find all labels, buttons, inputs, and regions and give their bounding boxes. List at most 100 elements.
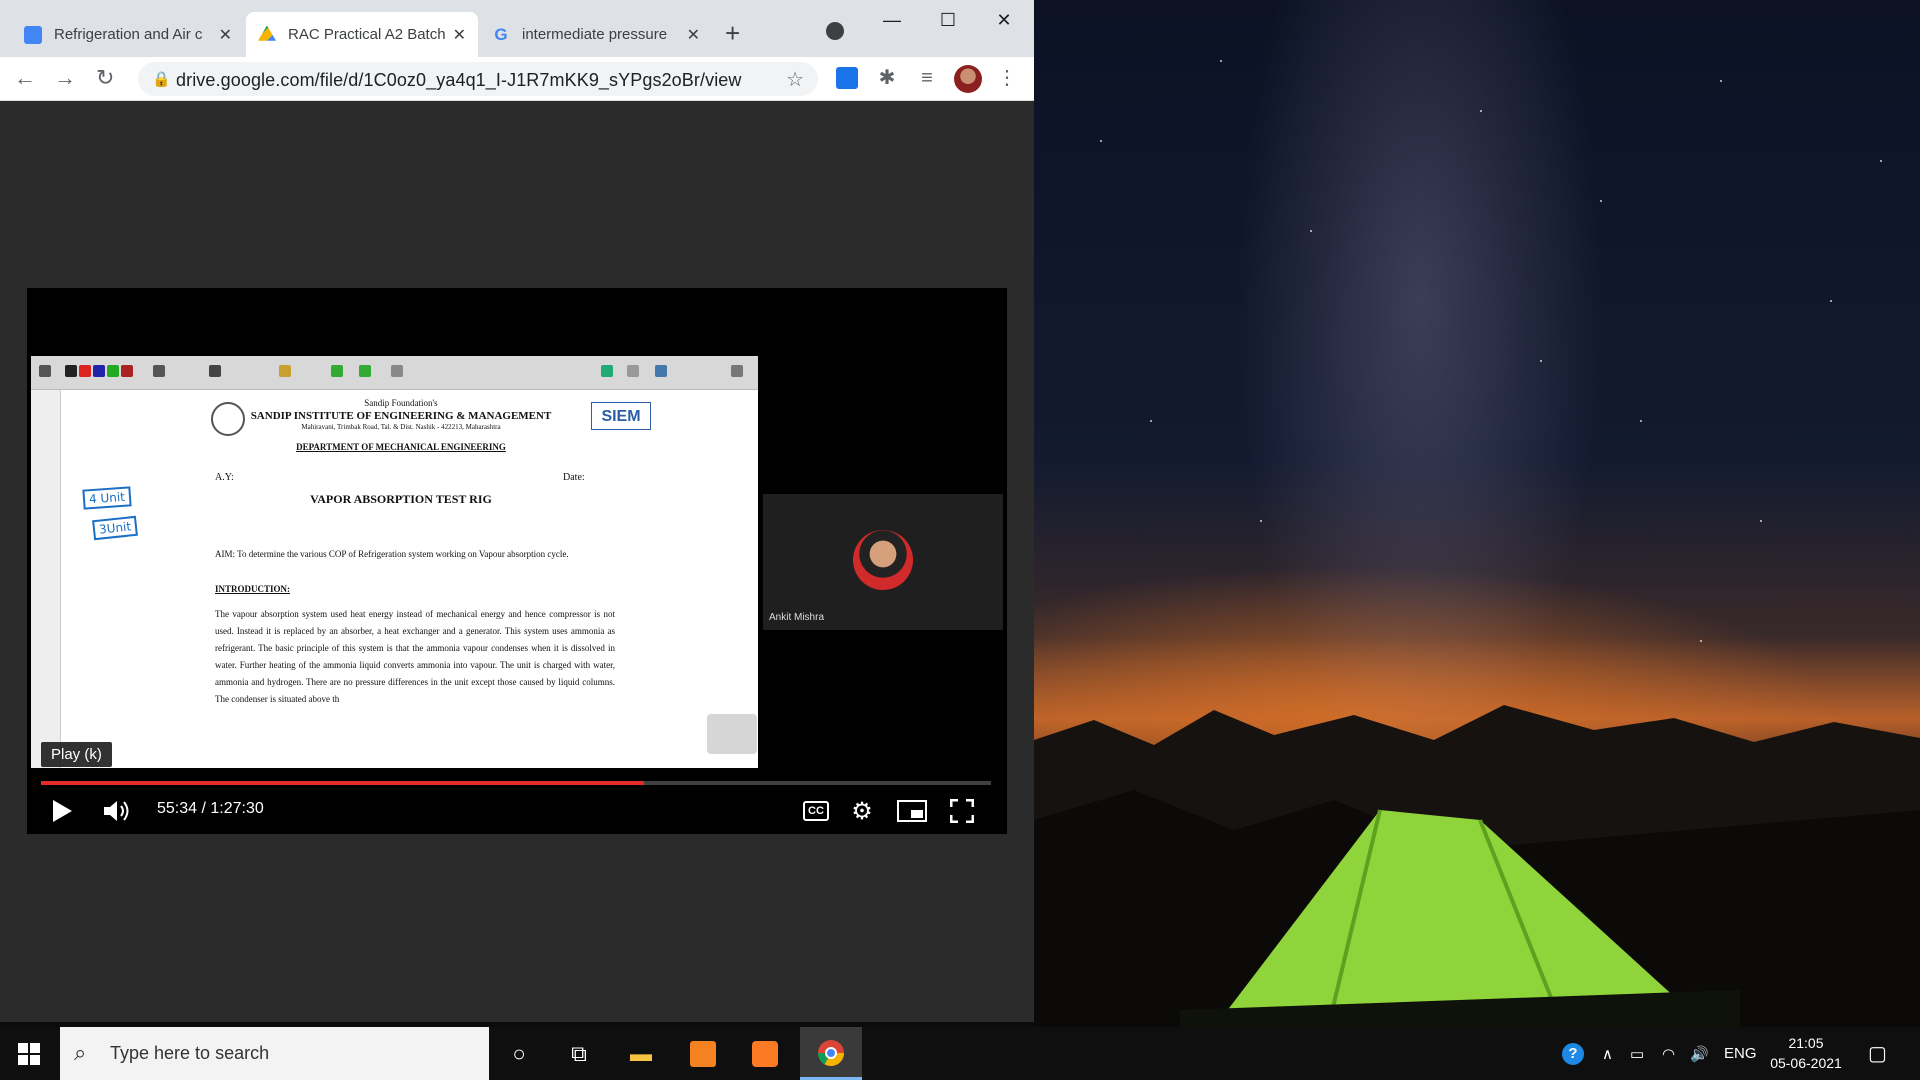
play-button[interactable] bbox=[41, 794, 83, 828]
language-indicator[interactable]: ENG bbox=[1724, 1027, 1757, 1080]
lock-icon[interactable]: 🔒 bbox=[152, 70, 171, 88]
star bbox=[1830, 300, 1832, 302]
undo-icon bbox=[279, 365, 291, 377]
google-favicon-icon: G bbox=[494, 24, 508, 44]
star bbox=[1480, 110, 1482, 112]
tab-title: Refrigeration and Air c bbox=[54, 26, 203, 43]
settings-gear-icon[interactable]: ⚙ bbox=[845, 794, 879, 828]
xampp-icon[interactable] bbox=[736, 1027, 794, 1080]
pen-tool-icon bbox=[39, 365, 51, 377]
taskbar-search-input[interactable]: ⌕ Type here to search bbox=[60, 1027, 489, 1080]
documents-icon bbox=[627, 365, 639, 377]
participant-avatar bbox=[853, 530, 913, 590]
progress-bar[interactable] bbox=[41, 781, 991, 785]
tab-rac-practical[interactable]: RAC Practical A2 Batch ✕ bbox=[246, 12, 478, 57]
volume-tray-icon[interactable]: 🔊 bbox=[1690, 1027, 1709, 1080]
windows-logo-icon bbox=[18, 1042, 40, 1065]
tab-search-icon[interactable] bbox=[826, 22, 844, 40]
extensions-puzzle-icon[interactable]: ✱ bbox=[876, 67, 898, 89]
openboard-icon bbox=[731, 365, 743, 377]
help-icon[interactable]: ? bbox=[1562, 1027, 1584, 1080]
star bbox=[1700, 640, 1702, 642]
search-icon: ⌕ bbox=[74, 1040, 87, 1065]
institute-name: SANDIP INSTITUTE OF ENGINEERING & MANAGE… bbox=[250, 410, 552, 422]
screen-share-frame: SIEM Sandip Foundation's SANDIP INSTITUT… bbox=[31, 356, 758, 768]
back-icon[interactable]: ← bbox=[14, 65, 36, 91]
sublime-text-icon[interactable] bbox=[674, 1027, 732, 1080]
menu-kebab-icon[interactable]: ⋮ bbox=[996, 67, 1018, 89]
forward-icon[interactable]: → bbox=[54, 65, 76, 91]
star bbox=[1150, 420, 1152, 422]
progress-fill bbox=[41, 781, 645, 785]
academic-year-label: A.Y: bbox=[215, 472, 234, 483]
line-width-icon bbox=[153, 365, 165, 377]
participant-name: Ankit Mishra bbox=[769, 612, 825, 623]
file-explorer-icon[interactable]: ▬ bbox=[612, 1027, 670, 1080]
chrome-icon bbox=[817, 1040, 845, 1067]
tab-intermediate-pressure[interactable]: G intermediate pressure ✕ bbox=[480, 12, 712, 57]
color-swatch bbox=[107, 365, 119, 377]
close-tab-icon[interactable]: ✕ bbox=[453, 25, 466, 45]
bookmark-star-icon[interactable]: ☆ bbox=[786, 67, 804, 92]
captions-button[interactable]: CC bbox=[803, 801, 829, 821]
tab-title: intermediate pressure bbox=[522, 26, 668, 43]
fullscreen-button[interactable] bbox=[945, 794, 979, 828]
tab-title: RAC Practical A2 Batch bbox=[288, 26, 445, 43]
fullscreen-icon bbox=[950, 799, 974, 823]
browser-toolbar: ← → ↻ 🔒 drive.google.com/file/d/1C0oz0_y… bbox=[0, 57, 1034, 101]
paste-icon bbox=[331, 365, 343, 377]
shape-icon bbox=[209, 365, 221, 377]
address-bar[interactable]: 🔒 drive.google.com/file/d/1C0oz0_ya4q1_I… bbox=[138, 62, 818, 96]
search-placeholder: Type here to search bbox=[110, 1043, 270, 1063]
web-icon bbox=[601, 365, 613, 377]
clock-date: 05-06-2021 bbox=[1770, 1055, 1842, 1071]
close-window-button[interactable]: ✕ bbox=[980, 6, 1028, 34]
time-display: 55:34 / 1:27:30 bbox=[157, 800, 264, 817]
task-view-icon[interactable]: ⧉ bbox=[550, 1027, 608, 1080]
classroom-favicon-icon bbox=[24, 25, 42, 44]
date-label: Date: bbox=[563, 472, 585, 483]
profile-avatar[interactable] bbox=[954, 65, 982, 93]
drive-favicon-icon bbox=[258, 25, 276, 41]
desktop-icon bbox=[655, 365, 667, 377]
star bbox=[1260, 520, 1262, 522]
color-swatch bbox=[93, 365, 105, 377]
reload-icon[interactable]: ↻ bbox=[96, 65, 114, 91]
tent-illustration bbox=[1180, 809, 1740, 1030]
miniplayer-icon bbox=[897, 800, 927, 822]
participant-tile: Ankit Mishra bbox=[763, 494, 1003, 630]
windows-start-button[interactable] bbox=[0, 1027, 58, 1080]
cortana-icon[interactable]: ○ bbox=[490, 1027, 548, 1080]
chrome-taskbar-button[interactable] bbox=[800, 1027, 862, 1080]
battery-icon[interactable]: ▭ bbox=[1630, 1027, 1644, 1080]
browser-window: Refrigeration and Air c ✕ RAC Practical … bbox=[0, 0, 1034, 1022]
star bbox=[1760, 520, 1762, 522]
play-icon bbox=[53, 800, 72, 822]
system-clock[interactable]: 21:05 05-06-2021 bbox=[1766, 1033, 1846, 1073]
close-tab-icon[interactable]: ✕ bbox=[219, 25, 232, 45]
close-tab-icon[interactable]: ✕ bbox=[687, 25, 700, 45]
wifi-icon[interactable]: ◠ bbox=[1662, 1027, 1675, 1080]
previous-icon bbox=[359, 365, 371, 377]
video-player[interactable]: SIEM Sandip Foundation's SANDIP INSTITUT… bbox=[27, 288, 1007, 834]
miniplayer-button[interactable] bbox=[895, 794, 929, 828]
tab-strip: Refrigeration and Air c ✕ RAC Practical … bbox=[0, 0, 1034, 57]
zoom-widget bbox=[707, 714, 757, 754]
media-control-icon[interactable]: ≡ bbox=[916, 67, 938, 89]
handwritten-annotation: 3Unit bbox=[92, 515, 138, 541]
show-hidden-icons-chevron-icon[interactable]: ∧ bbox=[1602, 1027, 1613, 1080]
notification-center-icon[interactable]: ▢ bbox=[1868, 1027, 1887, 1080]
volume-icon bbox=[104, 801, 129, 821]
url-text: drive.google.com/file/d/1C0oz0_ya4q1_I-J… bbox=[176, 70, 742, 90]
document-page: Sandip Foundation's SANDIP INSTITUTE OF … bbox=[211, 396, 615, 768]
zoom-icon bbox=[391, 365, 403, 377]
maximize-button[interactable]: ☐ bbox=[924, 6, 972, 34]
extension-icon[interactable] bbox=[836, 67, 858, 89]
introduction-body: The vapour absorption system used heat e… bbox=[215, 609, 615, 704]
volume-button[interactable] bbox=[95, 794, 137, 828]
minimize-button[interactable]: — bbox=[868, 6, 916, 34]
clock-time: 21:05 bbox=[1788, 1035, 1824, 1051]
color-swatch bbox=[121, 365, 133, 377]
new-tab-button[interactable]: + bbox=[725, 18, 740, 49]
tab-refrigeration[interactable]: Refrigeration and Air c ✕ bbox=[12, 12, 244, 57]
